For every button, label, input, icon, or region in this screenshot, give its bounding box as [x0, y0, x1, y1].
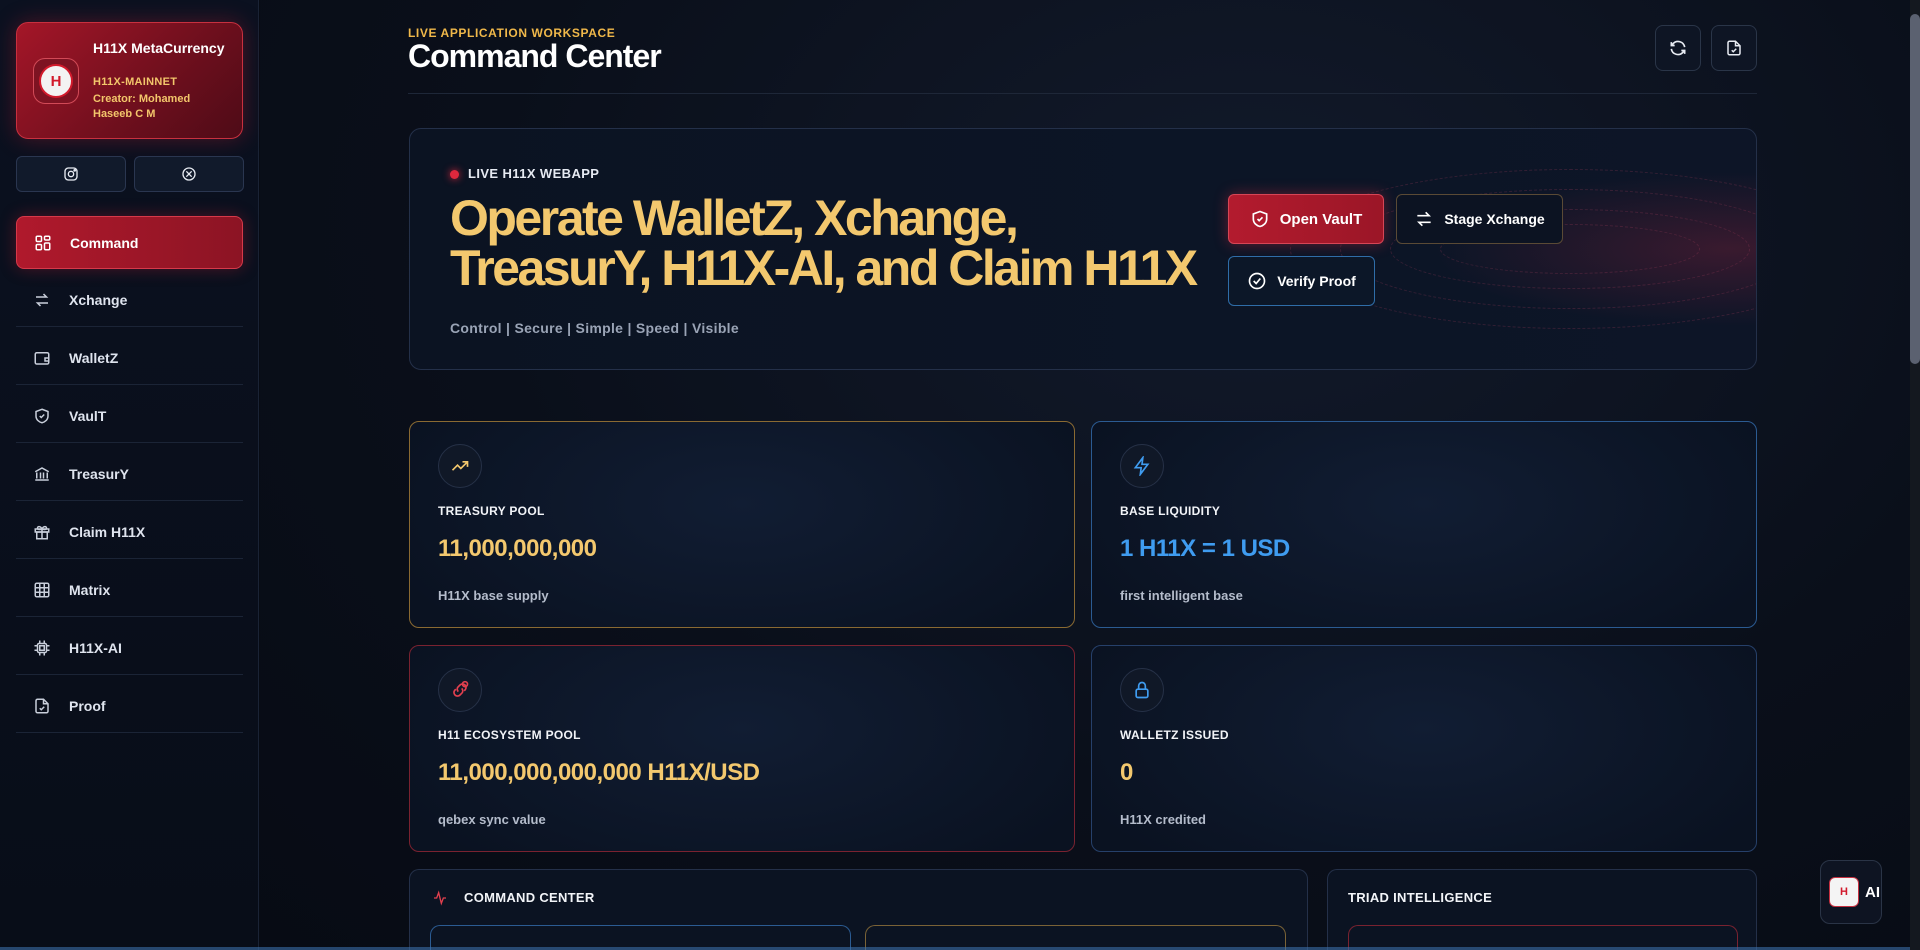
file-check-icon [32, 696, 52, 716]
scrollbar-thumb[interactable] [1910, 14, 1920, 364]
refresh-button[interactable] [1655, 25, 1701, 71]
sidebar-item-label: H11X-AI [69, 640, 122, 656]
sidebar-item-xchange[interactable]: Xchange [16, 274, 243, 327]
hero-title: Operate WalletZ, Xchange, TreasurY, H11X… [450, 190, 1198, 296]
verify-proof-button[interactable]: Verify Proof [1228, 256, 1375, 306]
triad-intelligence-panel: TRIAD INTELLIGENCE [1327, 869, 1757, 950]
stat-value: 11,000,000,000 [438, 535, 597, 562]
sidebar-item-walletz[interactable]: WalletZ [16, 332, 243, 385]
swap-icon [32, 290, 52, 310]
logo-mark: H [39, 64, 73, 98]
page-title: Command Center [408, 38, 662, 74]
panel-title: TRIAD INTELLIGENCE [1348, 890, 1493, 905]
stat-card-ecosystem-pool: H11 ECOSYSTEM POOL 11,000,000,000,000 H1… [409, 645, 1075, 852]
ai-label: AI [1865, 883, 1880, 901]
sidebar-item-label: WalletZ [69, 350, 119, 366]
stat-card-base-liquidity: BASE LIQUIDITY 1 H11X = 1 USD first inte… [1091, 421, 1757, 628]
grid-icon [33, 233, 53, 253]
sidebar-item-proof[interactable]: Proof [16, 680, 243, 733]
table-icon [32, 580, 52, 600]
stat-value: 1 H11X = 1 USD [1120, 535, 1290, 562]
sidebar-item-label: Command [70, 234, 139, 251]
file-check-icon [1727, 40, 1741, 56]
brand-network: H11X-MAINNET [93, 76, 178, 88]
sidebar-item-claim[interactable]: Claim H11X [16, 506, 243, 559]
stat-card-walletz-issued: WALLETZ ISSUED 0 H11X credited [1091, 645, 1757, 852]
sidebar-item-label: Matrix [69, 582, 111, 598]
brand-card[interactable]: H H11X MetaCurrency H11X-MAINNET Creator… [16, 22, 243, 139]
chip-icon [32, 638, 52, 658]
live-label: LIVE H11X WEBAPP [468, 166, 600, 181]
sidebar-item-label: Xchange [69, 292, 128, 308]
sidebar: H H11X MetaCurrency H11X-MAINNET Creator… [0, 0, 259, 950]
brand-name: H11X MetaCurrency [93, 40, 225, 56]
sidebar-item-h11x-ai[interactable]: H11X-AI [16, 622, 243, 675]
instagram-button[interactable] [16, 156, 126, 192]
instagram-icon [64, 167, 78, 181]
link-alert-icon [438, 668, 482, 712]
header-divider [408, 93, 1757, 94]
check-circle-icon [1248, 272, 1266, 290]
sidebar-item-command[interactable]: Command [16, 216, 243, 269]
stat-label: H11 ECOSYSTEM POOL [438, 728, 581, 742]
sidebar-item-matrix[interactable]: Matrix [16, 564, 243, 617]
hero-banner: LIVE H11X WEBAPP Operate WalletZ, Xchang… [409, 128, 1757, 370]
brand-logo: H [33, 58, 79, 104]
x-button[interactable] [134, 156, 244, 192]
stat-desc: qebex sync value [438, 812, 546, 827]
stat-label: WALLETZ ISSUED [1120, 728, 1229, 742]
x-icon [182, 167, 196, 181]
ai-assistant-button[interactable]: H AI [1820, 860, 1882, 924]
stat-card-treasury-pool: TREASURY POOL 11,000,000,000 H11X base s… [409, 421, 1075, 628]
lightning-icon [1120, 444, 1164, 488]
sidebar-item-label: Claim H11X [69, 524, 146, 540]
verify-proof-label: Verify Proof [1277, 273, 1356, 289]
stat-label: TREASURY POOL [438, 504, 545, 518]
stat-value: 0 [1120, 759, 1133, 786]
sidebar-item-label: VaulT [69, 408, 107, 424]
shield-icon [32, 406, 52, 426]
brand-creator: Creator: Mohamed Haseeb C M [93, 93, 191, 120]
bank-icon [32, 464, 52, 484]
swap-icon [1417, 211, 1432, 227]
open-vault-label: Open VaulT [1279, 210, 1363, 228]
ai-logo: H [1829, 877, 1859, 907]
activity-icon [434, 890, 446, 906]
stage-xchange-label: Stage Xchange [1444, 211, 1545, 227]
open-vault-button[interactable]: Open VaulT [1228, 194, 1384, 244]
sidebar-item-label: Proof [69, 698, 106, 714]
stat-value: 11,000,000,000,000 H11X/USD [438, 759, 760, 786]
sidebar-item-label: TreasurY [69, 466, 129, 482]
live-indicator [450, 170, 459, 179]
export-proof-button[interactable] [1711, 25, 1757, 71]
lock-icon [1120, 668, 1164, 712]
stat-label: BASE LIQUIDITY [1120, 504, 1221, 518]
stat-desc: first intelligent base [1120, 588, 1243, 603]
refresh-icon [1670, 40, 1686, 56]
stat-desc: H11X credited [1120, 812, 1206, 827]
gift-icon [32, 522, 52, 542]
sidebar-item-treasury[interactable]: TreasurY [16, 448, 243, 501]
sidebar-item-vault[interactable]: VaulT [16, 390, 243, 443]
stage-xchange-button[interactable]: Stage Xchange [1396, 194, 1563, 244]
trending-up-icon [438, 444, 482, 488]
shield-check-icon [1252, 210, 1268, 228]
hero-subtitle: Control | Secure | Simple | Speed | Visi… [450, 320, 739, 336]
panel-title: COMMAND CENTER [464, 890, 595, 905]
wallet-icon [32, 348, 52, 368]
command-center-panel: COMMAND CENTER [409, 869, 1308, 950]
stat-desc: H11X base supply [438, 588, 549, 603]
